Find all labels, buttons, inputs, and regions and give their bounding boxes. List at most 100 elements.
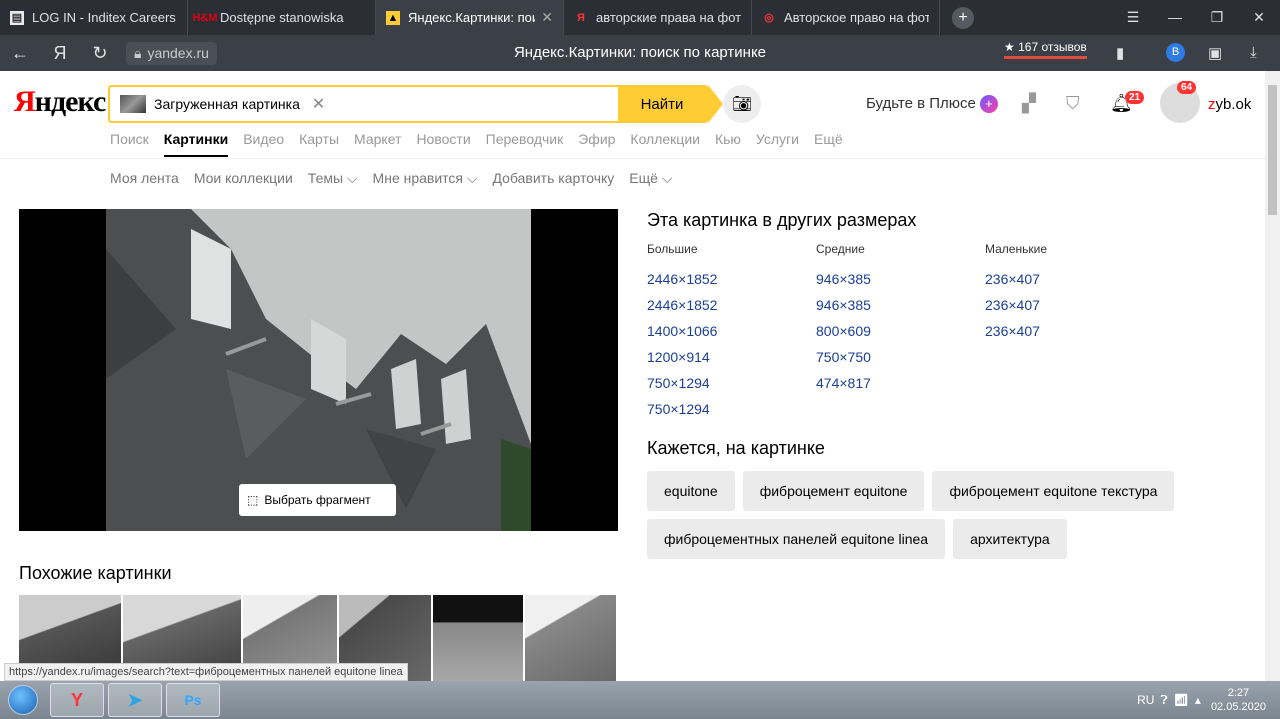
service-maps[interactable]: Карты [299, 131, 339, 157]
tag-chip[interactable]: фиброцемент equitone текстура [932, 471, 1175, 511]
tag-chip[interactable]: фиброцементных панелей equitone linea [647, 519, 946, 559]
collections-icon[interactable]: ▞ [1022, 93, 1036, 114]
menu-icon[interactable]: ☰ [1112, 0, 1154, 35]
size-link[interactable]: 1400×1066 [647, 318, 816, 344]
find-button[interactable]: Найти [618, 85, 723, 123]
username[interactable]: zyb.ok [1208, 96, 1251, 113]
plus-link[interactable]: Будьте в Плюсе + [866, 95, 998, 113]
size-link[interactable]: 800×609 [816, 318, 985, 344]
subnav-themes[interactable]: Темы ⌵ [308, 170, 358, 187]
yandex-browser-icon[interactable]: Y [50, 683, 104, 717]
scrollbar-thumb[interactable] [1268, 85, 1277, 215]
service-q[interactable]: Кью [715, 131, 741, 157]
username-rest: yb.ok [1215, 96, 1252, 113]
notifications-badge: 21 [1125, 91, 1145, 104]
similar-heading: Похожие картинки [19, 563, 172, 583]
size-link[interactable]: 946×385 [816, 292, 985, 318]
yandex-home-icon[interactable]: Я [40, 43, 80, 64]
service-video[interactable]: Видео [243, 131, 284, 157]
service-search[interactable]: Поиск [110, 131, 149, 157]
close-window-icon[interactable]: ✕ [1238, 0, 1280, 35]
size-link[interactable]: 236×407 [985, 266, 1154, 292]
subnav-liked[interactable]: Мне нравится ⌵ [373, 170, 478, 187]
service-uslugi[interactable]: Услуги [756, 131, 799, 157]
uploaded-thumbnail [120, 95, 146, 113]
language-indicator[interactable]: RU [1137, 693, 1154, 707]
images-subnav: Моя лента Мои коллекции Темы ⌵ Мне нрави… [110, 170, 687, 187]
vk-icon[interactable]: B [1166, 43, 1185, 62]
similar-thumb[interactable] [433, 595, 523, 685]
size-link[interactable]: 750×1294 [647, 396, 816, 422]
query-image[interactable] [106, 209, 531, 531]
tab-copyright-1[interactable]: Яавторские права на фото [564, 0, 752, 35]
lock-icon: 🔒︎ [134, 44, 142, 61]
size-link[interactable]: 2446×1852 [647, 292, 816, 318]
status-url: https://yandex.ru/images/search?text=фиб… [4, 663, 408, 681]
yandex-logo[interactable]: Яндекс [14, 85, 106, 119]
tab-yandex-images[interactable]: ▲ Яндекс.Картинки: поис ✕ [376, 0, 564, 35]
service-efir[interactable]: Эфир [578, 131, 615, 157]
size-link[interactable]: 236×407 [985, 292, 1154, 318]
clear-icon[interactable]: ✕ [312, 94, 325, 114]
services-nav: Поиск Картинки Видео Карты Маркет Новост… [110, 131, 858, 157]
extension-icon[interactable]: ▣ [1208, 44, 1222, 62]
download-icon[interactable]: ⤓ [1250, 44, 1257, 61]
new-tab-button[interactable]: + [952, 6, 974, 29]
show-hidden-icon[interactable]: ▴ [1195, 693, 1201, 707]
subnav-my-collections[interactable]: Мои коллекции [194, 170, 293, 187]
tag-chip[interactable]: архитектура [953, 519, 1067, 559]
sizes-small: Маленькие 236×407 236×407 236×407 [985, 242, 1154, 422]
tag-chip[interactable]: equitone [647, 471, 735, 511]
subnav-feed[interactable]: Моя лента [110, 170, 179, 187]
telegram-icon[interactable]: ➤ [108, 683, 162, 717]
bookmark-icon[interactable]: ▮ [1116, 44, 1124, 62]
photoshop-icon[interactable]: Ps [166, 683, 220, 717]
address-bar: ← Я ↻ 🔒︎ yandex.ru Яндекс.Картинки: поиск… [0, 35, 1280, 71]
size-link[interactable]: 474×817 [816, 370, 985, 396]
tag-chip[interactable]: фиброцемент equitone [742, 471, 925, 511]
camera-icon[interactable]: 📷︎ [723, 85, 761, 123]
yandex-header: Яндекс Загруженная картинка ✕ Найти 📷︎ Б… [0, 71, 1265, 159]
clock[interactable]: 2:27 02.05.2020 [1211, 686, 1266, 714]
service-collections[interactable]: Коллекции [630, 131, 700, 157]
restore-icon[interactable]: ❐ [1196, 0, 1238, 35]
chip-label: Загруженная картинка [154, 96, 300, 112]
service-market[interactable]: Маркет [354, 131, 401, 157]
network-icon[interactable]: 📶︎ [1174, 693, 1189, 707]
service-more[interactable]: Ещё [814, 131, 843, 157]
page-scrollbar[interactable] [1265, 71, 1280, 681]
start-button[interactable] [0, 681, 46, 719]
select-fragment-button[interactable]: ⬚ Выбрать фрагмент [239, 484, 396, 516]
size-link[interactable]: 2446×1852 [647, 266, 816, 292]
size-link[interactable]: 946×385 [816, 266, 985, 292]
size-link[interactable]: 750×750 [816, 344, 985, 370]
sizes-medium: Средние 946×385 946×385 800×609 750×750 … [816, 242, 985, 422]
tab-copyright-2[interactable]: ◎ Авторское право на фото [752, 0, 940, 35]
service-translate[interactable]: Переводчик [486, 131, 564, 157]
url-host[interactable]: 🔒︎ yandex.ru [126, 41, 217, 65]
service-news[interactable]: Новости [416, 131, 470, 157]
sizes-large: Большие 2446×1852 2446×1852 1400×1066 12… [647, 242, 816, 422]
tab-hm[interactable]: H&M Dostępne stanowiska [188, 0, 376, 35]
similar-thumb[interactable] [525, 595, 616, 685]
size-link[interactable]: 1200×914 [647, 344, 816, 370]
tab-inditex[interactable]: ▤ LOG IN - Inditex Careers [0, 0, 188, 35]
subnav-more[interactable]: Ещё ⌵ [629, 170, 672, 187]
subnav-add-card[interactable]: Добавить карточку [493, 170, 615, 187]
reload-icon[interactable]: ↻ [80, 43, 120, 64]
size-link[interactable]: 750×1294 [647, 370, 816, 396]
uploaded-image-chip[interactable]: Загруженная картинка ✕ [110, 87, 325, 121]
minimize-icon[interactable]: — [1154, 0, 1196, 35]
close-tab-icon[interactable]: ✕ [541, 9, 553, 26]
service-images[interactable]: Картинки [163, 131, 229, 157]
size-link[interactable]: 236×407 [985, 318, 1154, 344]
search-box[interactable]: Загруженная картинка ✕ Найти [108, 85, 723, 123]
tag-list: equitone фиброцемент equitone фиброцемен… [647, 471, 1207, 559]
hm-icon: H&M [192, 11, 218, 24]
reviews-badge[interactable]: ★ 167 отзывов [1004, 40, 1087, 59]
help-icon[interactable]: ❓︎ [1160, 693, 1167, 708]
shield-icon[interactable]: ⛉ [1066, 93, 1080, 114]
back-icon[interactable]: ← [0, 43, 40, 64]
tab-label: LOG IN - Inditex Careers [32, 10, 176, 25]
windows-logo-icon [8, 685, 38, 715]
